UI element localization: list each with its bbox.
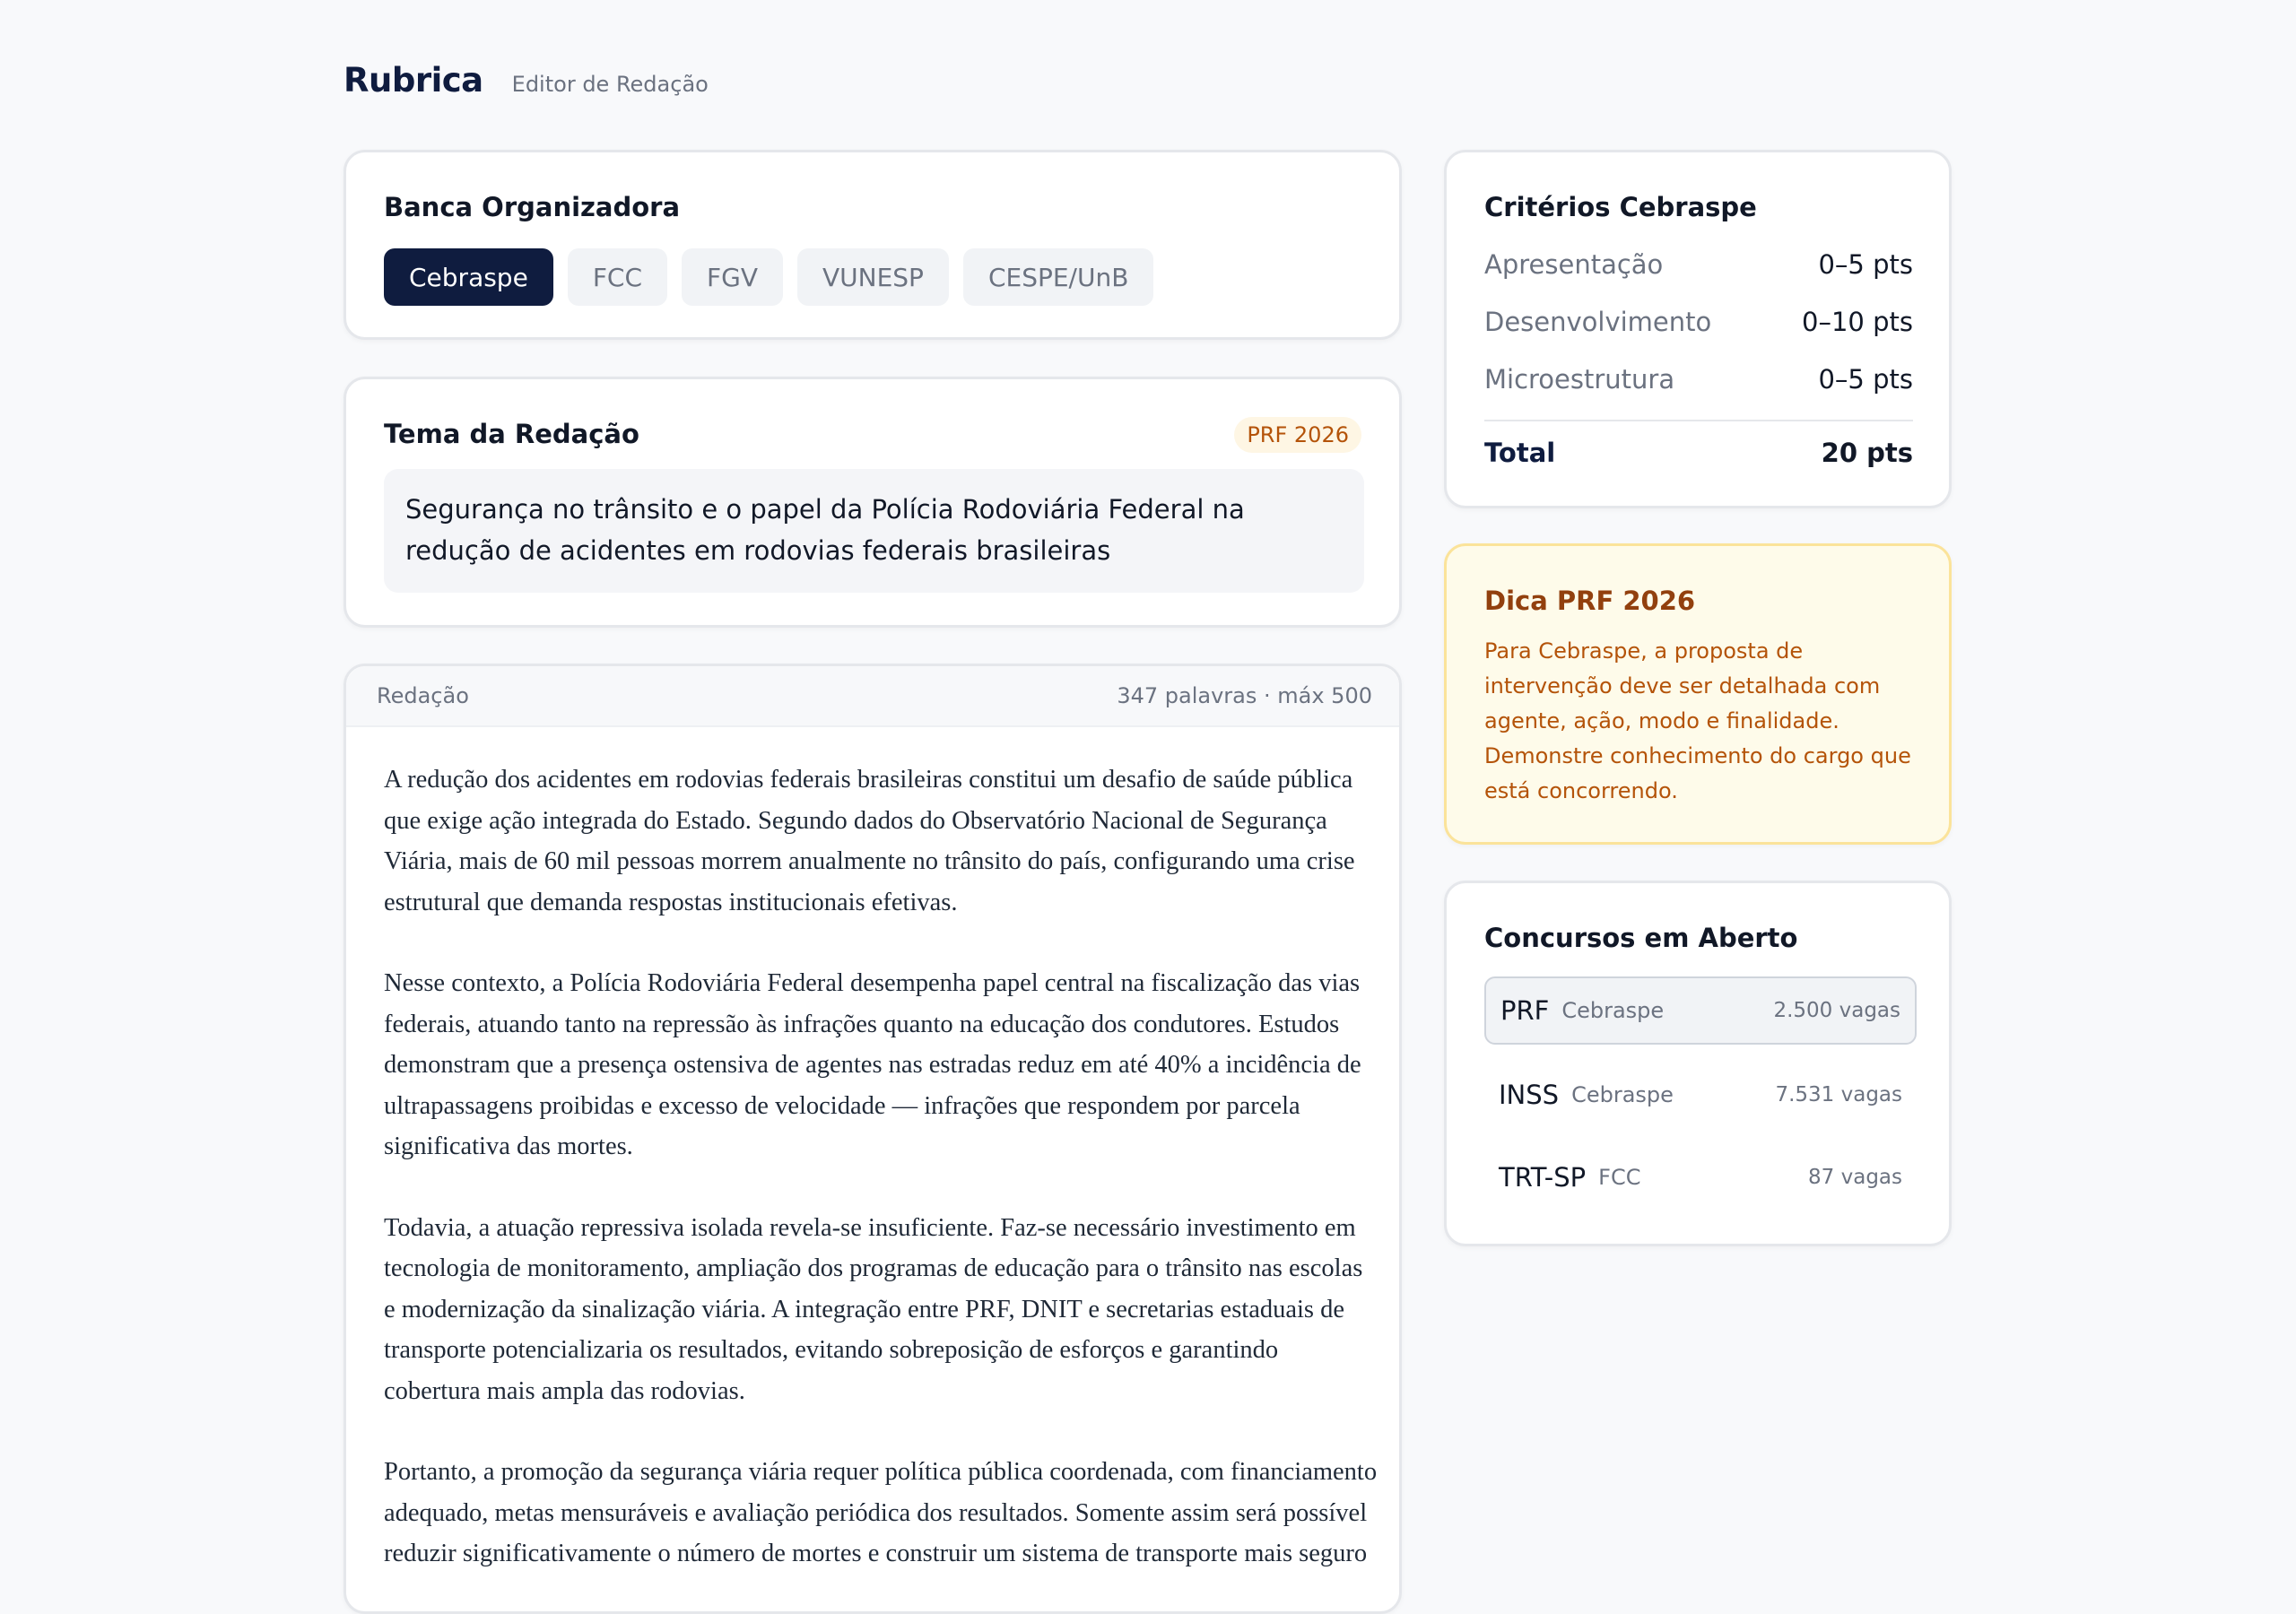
banca-chip-vunesp[interactable]: VUNESP (797, 248, 949, 306)
app-root: Rubrica Editor de Redação Banca Organiza… (0, 0, 2296, 1614)
concurso-vagas: 2.500 vagas (1773, 999, 1900, 1022)
word-count: 347 palavras · máx 500 (1117, 683, 1372, 708)
concurso-name: INSS (1499, 1080, 1560, 1110)
total-label: Total (1484, 438, 1556, 468)
concurso-name: TRT-SP (1499, 1162, 1587, 1193)
dica-title: Dica PRF 2026 (1484, 586, 1696, 616)
total-value: 20 pts (1821, 438, 1913, 468)
banca-chip-fgv[interactable]: FGV (682, 248, 783, 306)
brand-logo: Rubrica (344, 61, 483, 100)
criterios-divider (1484, 420, 1913, 421)
essay-paragraph: Portanto, a promoção da segurança viária… (384, 1458, 1378, 1567)
criterios-title: Critérios Cebraspe (1484, 192, 1757, 222)
banca-chip-cespe-unb[interactable]: CESPE/UnB (962, 248, 1154, 306)
essay-textarea[interactable]: A redução dos acidentes em rodovias fede… (384, 759, 1379, 1611)
page-subtitle: Editor de Redação (511, 72, 709, 97)
banca-chip-cebraspe[interactable]: Cebraspe (384, 248, 553, 306)
criterio-row-apresentacao: Apresentação 0–5 pts (1484, 249, 1913, 280)
tema-text: Segurança no trânsito e o papel da Políc… (384, 469, 1364, 593)
criterio-value: 0–5 pts (1818, 364, 1913, 395)
criterio-name: Microestrutura (1484, 364, 1675, 395)
criterio-total-row: Total 20 pts (1484, 438, 1913, 468)
concurso-banca: FCC (1598, 1165, 1641, 1190)
redacao-toolbar: Redação 347 palavras · máx 500 (346, 666, 1399, 727)
app-header: Rubrica Editor de Redação (344, 61, 709, 100)
tema-title: Tema da Redação (384, 419, 639, 449)
criterio-value: 0–10 pts (1802, 307, 1913, 337)
criterio-row-microestrutura: Microestrutura 0–5 pts (1484, 364, 1913, 395)
tema-badge: PRF 2026 (1234, 417, 1361, 453)
criterio-row-desenvolvimento: Desenvolvimento 0–10 pts (1484, 307, 1913, 337)
dica-card: Dica PRF 2026 Para Cebraspe, a proposta … (1444, 543, 1952, 845)
concurso-item-inss[interactable]: INSS Cebraspe 7.531 vagas (1484, 1061, 1917, 1129)
concursos-title: Concursos em Aberto (1484, 923, 1798, 953)
banca-card: Banca Organizadora Cebraspe FCC FGV VUNE… (344, 150, 1402, 340)
dica-text: Para Cebraspe, a proposta de intervenção… (1484, 638, 1911, 803)
banca-title: Banca Organizadora (384, 192, 681, 222)
redacao-editor: Redação 347 palavras · máx 500 A redução… (344, 664, 1402, 1614)
concursos-card: Concursos em Aberto PRF Cebraspe 2.500 v… (1444, 881, 1952, 1246)
banca-chip-fcc[interactable]: FCC (567, 248, 668, 306)
essay-paragraph: Todavia, a atuação repressiva isolada re… (384, 1213, 1363, 1405)
concurso-name: PRF (1500, 995, 1550, 1026)
criterio-value: 0–5 pts (1818, 249, 1913, 280)
concurso-vagas: 7.531 vagas (1775, 1083, 1902, 1106)
concurso-item-trt-sp[interactable]: TRT-SP FCC 87 vagas (1484, 1143, 1917, 1211)
criterio-name: Apresentação (1484, 249, 1664, 280)
concurso-vagas: 87 vagas (1808, 1166, 1902, 1189)
redacao-label: Redação (377, 683, 469, 708)
tema-card: Tema da Redação PRF 2026 Segurança no tr… (344, 377, 1402, 628)
criterios-card: Critérios Cebraspe Apresentação 0–5 pts … (1444, 150, 1952, 508)
essay-paragraph: Nesse contexto, a Polícia Rodoviária Fed… (384, 969, 1361, 1160)
concurso-item-prf[interactable]: PRF Cebraspe 2.500 vagas (1484, 976, 1917, 1045)
concurso-banca: Cebraspe (1561, 998, 1665, 1023)
concurso-banca: Cebraspe (1571, 1082, 1674, 1107)
banca-options: Cebraspe FCC FGV VUNESP CESPE/UnB (384, 248, 1154, 306)
criterio-name: Desenvolvimento (1484, 307, 1712, 337)
essay-paragraph: A redução dos acidentes em rodovias fede… (384, 766, 1355, 916)
